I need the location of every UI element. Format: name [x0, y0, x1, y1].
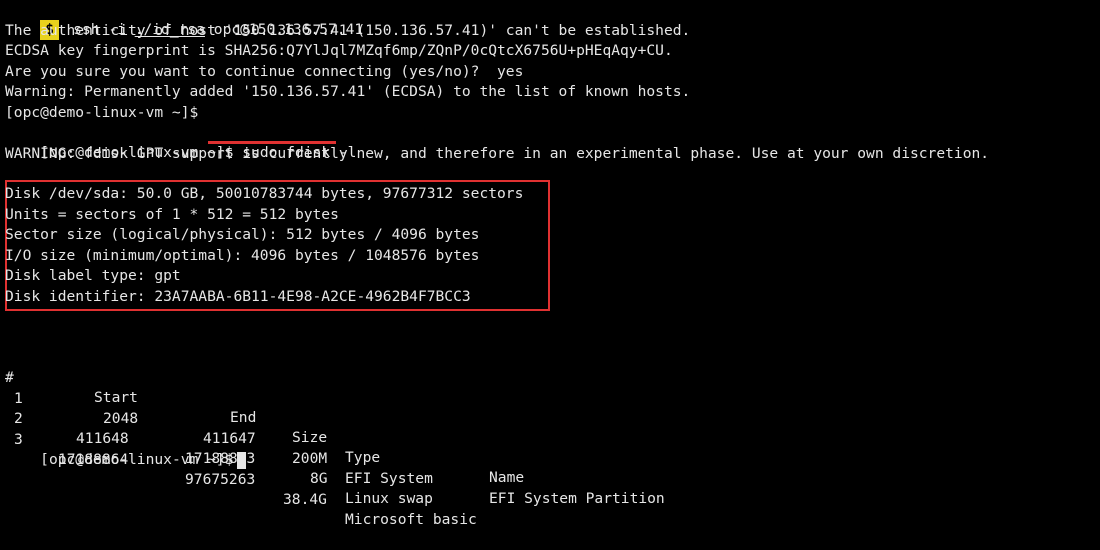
final-prompt-line[interactable]: [opc@demo-linux-vm ~]$ — [5, 430, 247, 469]
output-line: The authenticity of host '150.136.57.41 … — [5, 21, 691, 39]
disk-info-line: Sector size (logical/physical): 512 byte… — [5, 226, 480, 243]
column-header: Name — [489, 469, 525, 486]
output-line: ECDSA key fingerprint is SHA256:Q7YlJql7… — [5, 42, 673, 59]
disk-info-line: Disk /dev/sda: 50.0 GB, 50010783744 byte… — [5, 185, 524, 202]
table-row: 3 17188864 97675263 38.4G Microsoft basi… — [5, 410, 1095, 528]
partition-type: EFI System — [345, 469, 433, 487]
column-header: Type — [345, 449, 381, 466]
ssh-command-line: $ ssh -i ./id_rsa opc@150.136.57.41 — [5, 0, 363, 40]
partition-type: Linux swap — [345, 490, 433, 507]
table-row: 1 2048 411647 200M EFI System EFI System… — [5, 369, 1095, 507]
partition-table-header: # Start End Size Type Name — [5, 348, 1095, 486]
partition-end: 97675263 — [185, 470, 256, 488]
partition-type: Microsoft basic — [345, 510, 477, 528]
output-line: Are you sure you want to continue connec… — [5, 62, 524, 80]
partition-size: 38.4G — [283, 490, 327, 508]
disk-info-line: Disk label type: gpt — [5, 267, 181, 284]
text-cursor — [237, 451, 247, 469]
disk-info-line: I/O size (minimum/optimal): 4096 bytes /… — [5, 246, 480, 264]
partition-size: 8G — [310, 470, 328, 487]
column-header: Size — [292, 429, 328, 446]
shell-prompt: [opc@demo-linux-vm ~]$ — [5, 103, 199, 121]
shell-prompt: [opc@demo-linux-vm ~]$ — [40, 451, 234, 468]
disk-info-line: Disk identifier: 23A7AABA-6B11-4E98-A2CE… — [5, 287, 471, 305]
table-row: 2 411648 17188863 8G Linux swap — [5, 389, 1095, 507]
output-line: Warning: Permanently added '150.136.57.4… — [5, 83, 691, 100]
fdisk-warning: WARNING: fdisk GPT support is currently … — [5, 144, 990, 162]
partition-name: EFI System Partition — [489, 489, 665, 507]
fdisk-command-line: [opc@demo-linux-vm ~]$ sudo fdisk -l — [5, 123, 356, 161]
terminal-window[interactable]: $ ssh -i ./id_rsa opc@150.136.57.41 The a… — [5, 0, 1095, 528]
disk-info-line: Units = sectors of 1 * 512 = 512 bytes — [5, 205, 339, 223]
